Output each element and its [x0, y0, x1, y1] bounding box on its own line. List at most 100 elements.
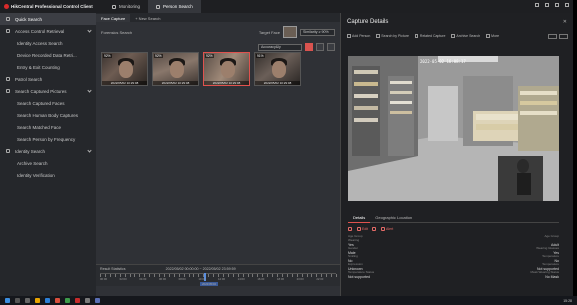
result-thumbnail-selected[interactable]: 92% 2022/05/02 10:29:08 — [203, 52, 250, 86]
result-thumbnail[interactable]: 92% 2022/05/02 10:29:08 — [152, 52, 199, 86]
single-view-icon[interactable] — [548, 33, 557, 39]
app-icon[interactable] — [85, 298, 90, 303]
sidebar-item-label: Archive Search — [17, 160, 48, 166]
sidebar-item-label: Identity Search — [15, 148, 46, 154]
details-actions: Edit Alert — [348, 227, 393, 231]
tab-details[interactable]: Details — [348, 213, 371, 223]
target-face-thumbnail[interactable] — [283, 26, 297, 38]
sidebar-item-person-frequency[interactable]: Search Person by Frequency — [0, 133, 96, 145]
minimize-icon[interactable] — [545, 3, 549, 7]
chrome-icon[interactable] — [55, 298, 60, 303]
alert-button[interactable]: Alert — [381, 227, 393, 231]
split-view-icon[interactable] — [559, 33, 568, 39]
app-icon[interactable] — [65, 298, 70, 303]
sidebar-item-captured-faces[interactable]: Search Captured Faces — [0, 97, 96, 109]
picture-icon — [6, 89, 10, 93]
tab-geographic-location[interactable]: Geographic Location — [370, 213, 417, 223]
attribute-row: Not supported No Mask — [348, 275, 559, 283]
os-taskbar: 15:28 — [0, 296, 577, 305]
edit-button[interactable]: Edit — [357, 227, 368, 231]
top-tab-label: Monitoring — [119, 4, 141, 9]
close-icon[interactable] — [565, 3, 569, 7]
sidebar-item-captured-pictures[interactable]: Search Captured Pictures — [0, 85, 96, 97]
person-search-icon — [156, 4, 161, 9]
sidebar-item-matched-face[interactable]: Search Matched Face — [0, 121, 96, 133]
sidebar-item-human-body[interactable]: Search Human Body Captures — [0, 109, 96, 121]
app-window: HikCentral Professional Control Client M… — [0, 0, 573, 296]
patrol-icon — [6, 77, 10, 81]
timeline-label: 18:00 — [277, 277, 284, 281]
sidebar-item-identity-search[interactable]: Identity Search — [0, 145, 96, 157]
search-by-picture-button[interactable]: Search by Picture — [376, 34, 409, 38]
top-tab-label: Person Search — [163, 4, 193, 9]
search-icon[interactable] — [15, 298, 20, 303]
attr-value: Age Group — [544, 234, 559, 238]
sidebar-item-label: Quick Search — [15, 16, 43, 22]
attr-key: Wearing — [348, 237, 360, 242]
sort-select[interactable]: Accuracy&ly — [258, 43, 302, 51]
sidebar-item-device-data[interactable]: Device Recorded Data Retri... — [0, 49, 96, 61]
attr-key: Temperature — [542, 262, 559, 266]
hik-logo-icon — [4, 4, 9, 9]
settings-icon[interactable] — [535, 3, 539, 7]
top-tab-person-search[interactable]: Person Search — [148, 0, 201, 13]
face-image — [170, 61, 184, 78]
related-capture-button[interactable]: Related Capture — [414, 34, 445, 38]
timeline-label: 00:00 — [100, 277, 107, 281]
sidebar-item-access-control[interactable]: Access Control Retrieval — [0, 25, 96, 37]
attribute-row: Age Group Wearing Age Group — [348, 234, 559, 243]
search-tabs: Face Capture + New Search — [96, 13, 340, 22]
sidebar-item-label: Search Captured Pictures — [15, 88, 67, 94]
attr-key: Temperature — [542, 254, 559, 258]
timeline[interactable]: 2022/05/02 00:00 02:00 04:00 06:00 08:00 10:0… — [100, 273, 337, 286]
timeline-tick — [306, 274, 307, 277]
thumbnail-time: 2022/05/02 10:29:08 — [102, 81, 147, 85]
maximize-icon[interactable] — [555, 3, 559, 7]
tab-new-search[interactable]: + New Search — [130, 14, 165, 22]
grid-view-button[interactable] — [305, 43, 313, 51]
hikcentral-icon[interactable] — [75, 298, 80, 303]
delete-button[interactable] — [327, 43, 335, 51]
timeline-tick — [272, 274, 273, 277]
attribute-row: Unknown Temperature Status Not supported M… — [348, 267, 559, 275]
similarity-select[interactable]: Similarity ≥ 90% — [300, 28, 335, 36]
sidebar-item-entry-exit[interactable]: Entry & Exit Counting — [0, 61, 96, 73]
view-toggle — [548, 33, 568, 39]
sidebar-item-archive-search[interactable]: Archive Search — [0, 157, 96, 169]
file-explorer-icon[interactable] — [35, 298, 40, 303]
details-tabs: Details Geographic Location — [348, 213, 559, 223]
timeline-tick — [267, 274, 268, 277]
edit-action[interactable] — [348, 227, 353, 231]
result-thumbnail[interactable]: 91% 2022/05/02 10:29:08 — [254, 52, 301, 86]
app-icon[interactable] — [95, 298, 100, 303]
stats-range: 2022/05/02 00:00:00 ~ 2022/05/02 23:59:5… — [165, 266, 236, 271]
result-thumbnail[interactable]: 92% 2022/05/02 10:29:08 — [101, 52, 148, 86]
thumbnail-score: 92% — [205, 54, 214, 58]
attr-value: No Mask — [545, 275, 559, 279]
download-action[interactable] — [372, 227, 377, 231]
more-button[interactable]: More — [486, 34, 499, 38]
attr-key: Wearing Glasses — [536, 246, 559, 250]
thumbnail-score: 91% — [256, 54, 265, 58]
close-icon[interactable]: ✕ — [563, 19, 567, 25]
edge-icon[interactable] — [45, 298, 50, 303]
add-person-button[interactable]: Add Person — [347, 34, 370, 38]
sidebar-item-identity-access[interactable]: Identity Access Search — [0, 37, 96, 49]
tab-face-capture[interactable]: Face Capture — [96, 14, 131, 22]
export-button[interactable] — [316, 43, 324, 51]
tool-label: Add Person — [352, 34, 371, 38]
archive-search-button[interactable]: Archive Search — [451, 34, 480, 38]
app-title: HikCentral Professional Control Client — [11, 4, 93, 9]
sidebar-item-quick-search[interactable]: Quick Search — [0, 13, 96, 25]
top-tab-monitoring[interactable]: Monitoring — [104, 0, 148, 13]
sidebar-item-identity-verification[interactable]: Identity Verification — [0, 169, 96, 181]
video-playback[interactable]: 2022-05-02 16:08:17 — [348, 56, 559, 201]
result-statistics: Result Statistics 2022/05/02 00:00:00 ~ … — [96, 264, 340, 286]
windows-start-icon[interactable] — [5, 298, 10, 303]
video-timestamp: 2022-05-02 16:08:17 — [420, 59, 466, 64]
capture-details-panel: Capture Details ✕ Add Person Search by P… — [340, 13, 573, 296]
timeline-tick — [336, 274, 337, 277]
task-view-icon[interactable] — [25, 298, 30, 303]
attr-key: Smiling — [348, 254, 358, 258]
sidebar-item-patrol-search[interactable]: Patrol Search — [0, 73, 96, 85]
